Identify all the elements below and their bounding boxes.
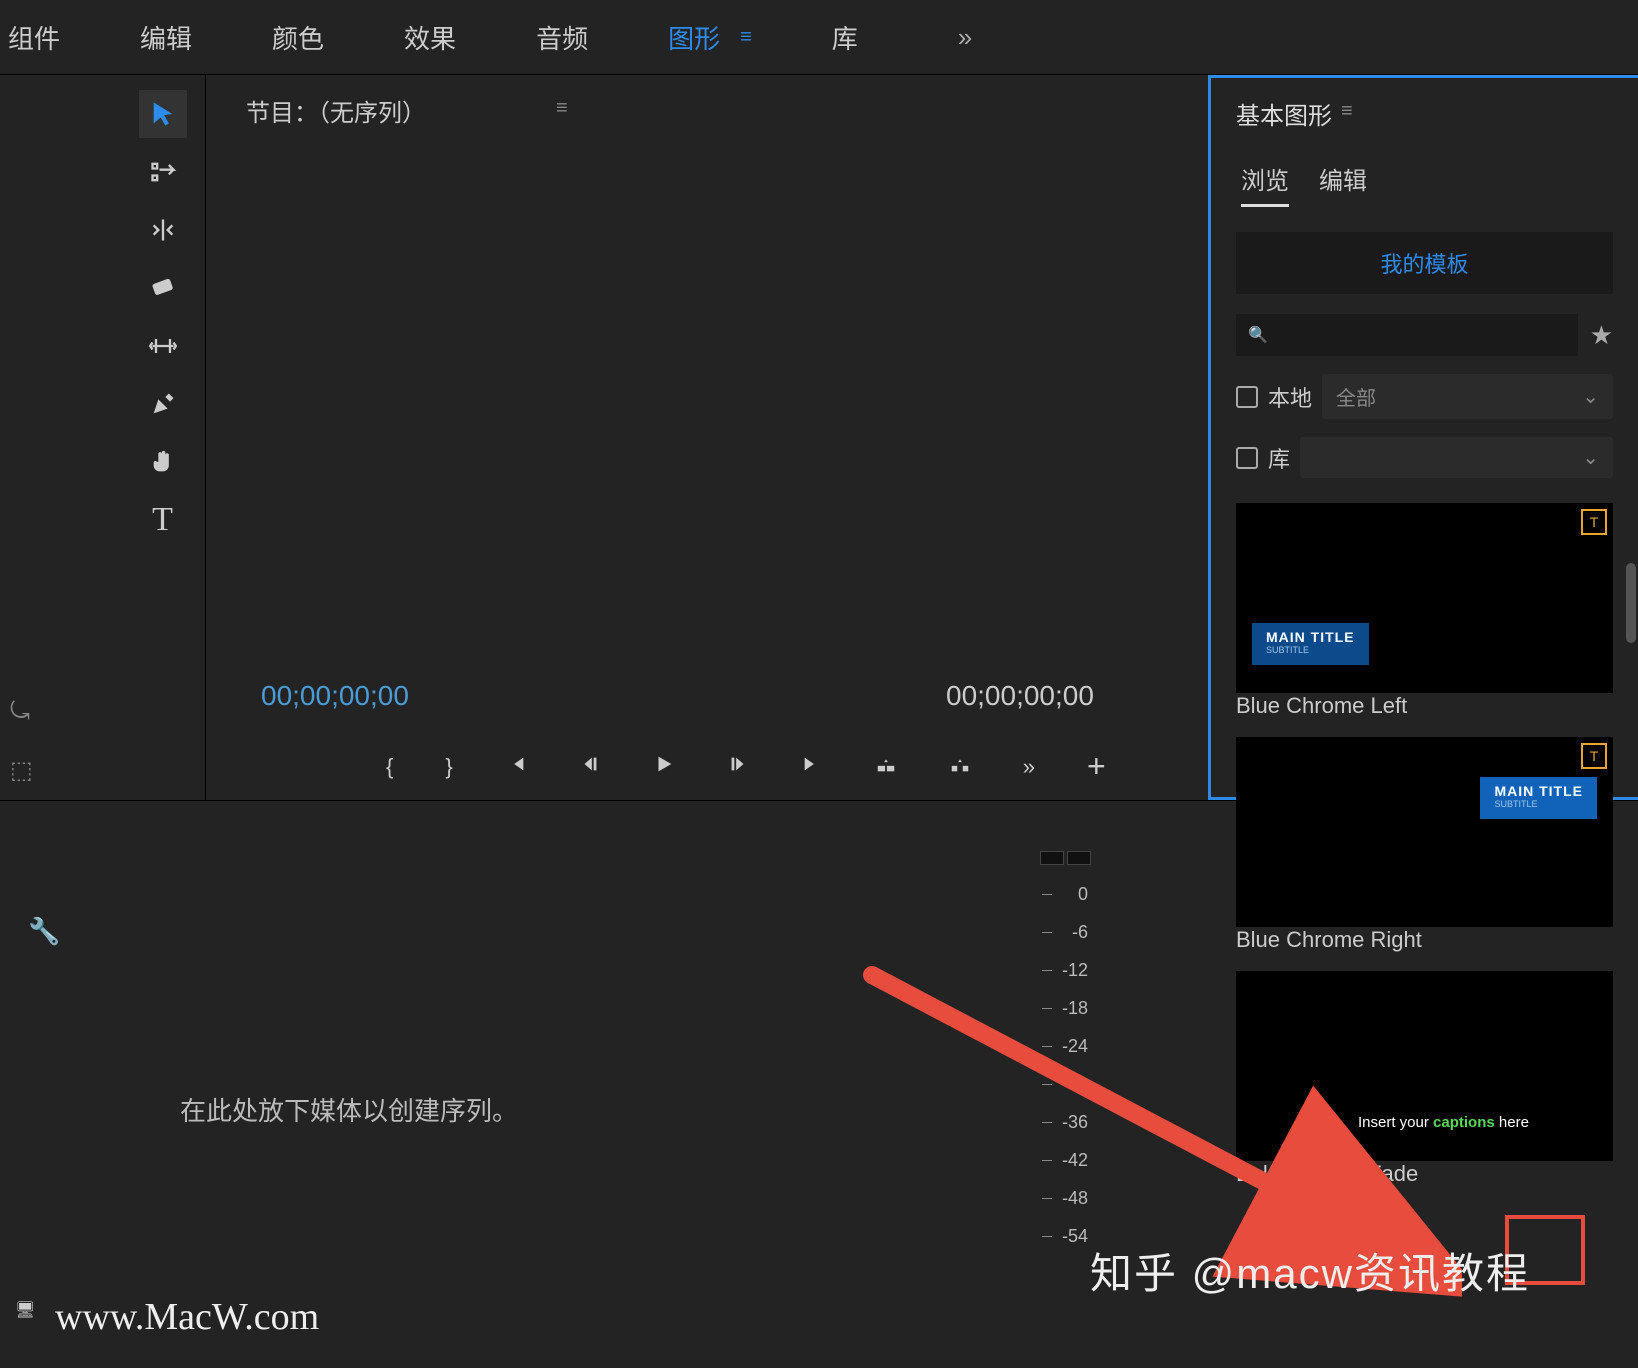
nav-library[interactable]: 库: [832, 19, 858, 56]
library-label: 库: [1268, 442, 1290, 474]
nav-components[interactable]: 组件: [8, 19, 60, 56]
local-checkbox[interactable]: [1236, 386, 1258, 408]
panel-title: 基本图形: [1211, 78, 1638, 131]
program-menu-icon[interactable]: ≡: [556, 97, 568, 120]
tool-hand[interactable]: [139, 438, 187, 486]
tool-slip[interactable]: [139, 322, 187, 370]
go-to-in-icon[interactable]: [505, 753, 527, 781]
template-name: Blue Chrome Right: [1236, 927, 1613, 953]
template-thumb[interactable]: Insert your captions here: [1236, 971, 1613, 1161]
local-dropdown[interactable]: 全部⌄: [1322, 374, 1613, 419]
timeline-empty-hint: 在此处放下媒体以创建序列。: [180, 1091, 518, 1128]
transport-bar: { } » +: [386, 748, 1106, 785]
panel-menu-icon[interactable]: ≡: [1341, 100, 1353, 123]
essential-graphics-panel: 基本图形 ≡ 浏览 编辑 我的模板 St 🔍 ★ 本地 全部⌄ 库 ⌄ T: [1208, 75, 1638, 800]
search-icon: 🔍: [1248, 325, 1268, 345]
extract-icon[interactable]: [949, 753, 971, 781]
export-frame-icon[interactable]: »: [1023, 754, 1035, 780]
template-list: T MAIN TITLESUBTITLE Blue Chrome Left T …: [1236, 503, 1613, 1283]
tool-selection[interactable]: [139, 90, 187, 138]
wrench-icon[interactable]: 🔧: [28, 916, 60, 947]
program-title: 节目：（无序列）: [246, 93, 426, 128]
overwrite-icon[interactable]: ⬚: [10, 756, 120, 785]
template-thumb[interactable]: T MAIN TITLESUBTITLE: [1236, 737, 1613, 927]
scrollbar-thumb[interactable]: [1626, 563, 1636, 643]
nav-graphics-menu-icon[interactable]: ≡: [740, 26, 752, 49]
favorites-icon[interactable]: ★: [1590, 320, 1613, 351]
tool-track-select[interactable]: [139, 148, 187, 196]
timecode-duration: 00;00;00;00: [946, 680, 1094, 712]
local-label: 本地: [1268, 381, 1312, 413]
nav-color[interactable]: 颜色: [272, 19, 324, 56]
chevron-down-icon: ⌄: [1582, 384, 1599, 409]
top-nav: 组件 编辑 颜色 效果 音频 图形 ≡ 库 »: [0, 0, 1638, 75]
tool-ripple[interactable]: [139, 206, 187, 254]
mark-in-icon[interactable]: {: [386, 754, 393, 780]
audio-meter: 0-6-12-18-24-30-36-42-48-54: [1015, 801, 1115, 1368]
tab-edit[interactable]: 编辑: [1319, 161, 1367, 207]
nav-graphics[interactable]: 图形: [668, 19, 720, 56]
tool-strip: T: [120, 75, 205, 800]
library-dropdown[interactable]: ⌄: [1300, 437, 1613, 478]
mogrt-badge-icon: T: [1581, 743, 1607, 769]
mogrt-badge-icon: T: [1581, 509, 1607, 535]
step-back-icon[interactable]: [579, 753, 601, 781]
template-name: Bold Caption Fade: [1236, 1161, 1613, 1187]
library-checkbox[interactable]: [1236, 447, 1258, 469]
source-panel-footer: ⤿ ⬚: [0, 75, 120, 800]
timeline-panel[interactable]: 🔧 在此处放下媒体以创建序列。: [0, 801, 1015, 1368]
nav-effects[interactable]: 效果: [404, 19, 456, 56]
nav-audio[interactable]: 音频: [536, 19, 588, 56]
insert-icon[interactable]: ⤿: [10, 698, 120, 726]
search-input[interactable]: 🔍: [1236, 314, 1578, 356]
lift-icon[interactable]: [875, 753, 897, 781]
go-to-out-icon[interactable]: [801, 753, 823, 781]
chevron-down-icon: ⌄: [1582, 445, 1599, 470]
tab-browse[interactable]: 浏览: [1241, 161, 1289, 207]
mark-out-icon[interactable]: }: [445, 754, 452, 780]
tool-razor[interactable]: [139, 264, 187, 312]
button-editor-icon[interactable]: +: [1087, 748, 1106, 785]
nav-overflow-icon[interactable]: »: [958, 22, 972, 53]
play-icon[interactable]: [653, 753, 675, 781]
my-templates-button[interactable]: 我的模板: [1236, 232, 1613, 294]
template-name: Blue Chrome Left: [1236, 693, 1613, 719]
timecode-current[interactable]: 00;00;00;00: [261, 680, 409, 712]
tool-type[interactable]: T: [139, 496, 187, 544]
tool-pen[interactable]: [139, 380, 187, 428]
step-forward-icon[interactable]: [727, 753, 749, 781]
nav-edit[interactable]: 编辑: [140, 19, 192, 56]
template-thumb[interactable]: T MAIN TITLESUBTITLE: [1236, 503, 1613, 693]
site-icon: 🖥: [15, 1300, 35, 1320]
program-monitor: 节目：（无序列） ≡ 00;00;00;00 00;00;00;00 { } »…: [205, 75, 1208, 800]
